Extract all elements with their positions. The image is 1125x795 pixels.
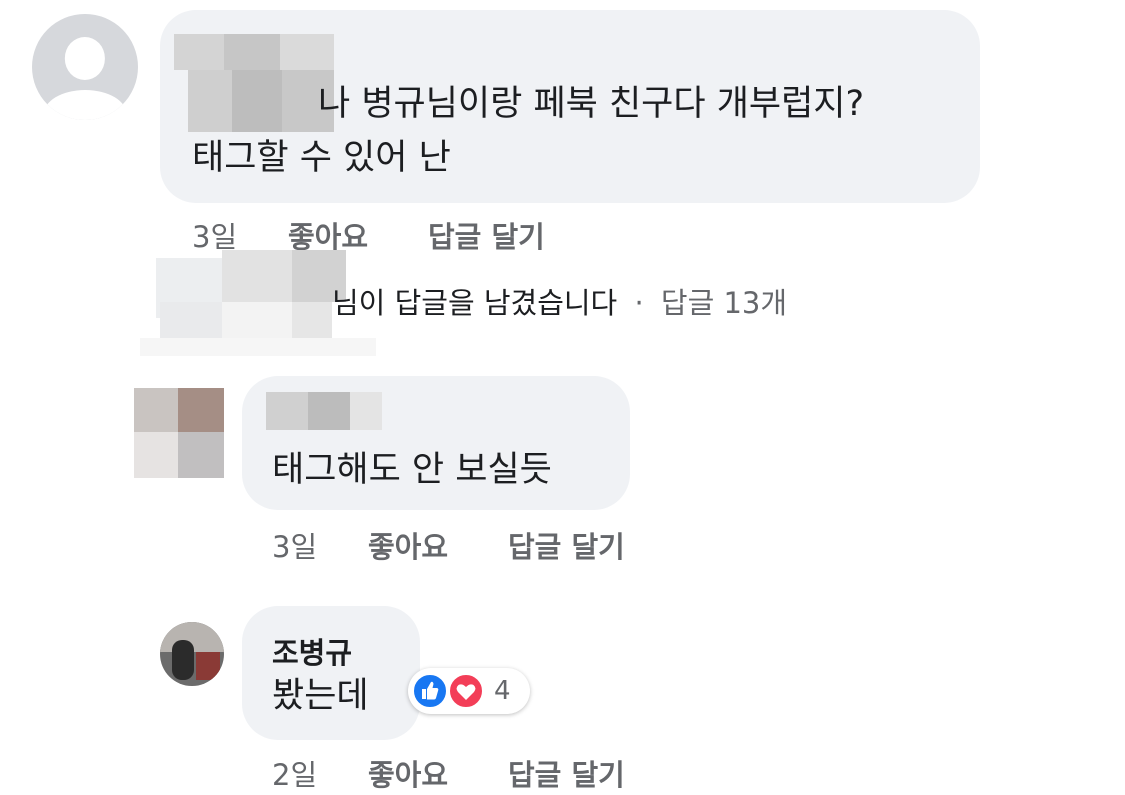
reply-button[interactable]: 답글 달기 [508, 524, 625, 566]
censored-name [174, 34, 334, 132]
reply-button[interactable]: 답글 달기 [428, 214, 545, 256]
avatar-shoulders-shape [43, 90, 127, 120]
reply-summary-link[interactable]: 님이 답글을 남겼습니다 · 답글 13개 [332, 280, 787, 322]
avatar-head-shape [64, 37, 106, 80]
like-button[interactable]: 좋아요 [368, 524, 448, 566]
reaction-count: 4 [494, 676, 511, 706]
comment-meta: 3일 좋아요 답글 달기 [192, 214, 692, 254]
comment-time[interactable]: 3일 [272, 524, 317, 566]
avatar-photo-detail [196, 652, 220, 680]
reply-count[interactable]: 답글 13개 [661, 286, 787, 320]
like-button[interactable]: 좋아요 [368, 752, 448, 794]
reply-button[interactable]: 답글 달기 [508, 752, 625, 794]
separator-dot: · [634, 286, 644, 320]
comment-text: 태그해도 안 보실듯 [272, 450, 552, 490]
comment-text-line1: 나 병규님이랑 페북 친구다 개부럽지? [318, 84, 865, 124]
avatar-photo-figure [172, 640, 194, 680]
comment-meta: 2일 좋아요 답글 달기 [272, 752, 772, 792]
comment-text: 봤는데 [272, 676, 369, 716]
reaction-summary[interactable]: 4 [408, 668, 530, 714]
commenter-avatar[interactable] [160, 622, 224, 686]
comment-text-line2: 태그할 수 있어 난 [192, 138, 451, 178]
comment-meta: 3일 좋아요 답글 달기 [272, 524, 772, 564]
commenter-avatar[interactable] [32, 14, 138, 120]
censored-avatar [134, 388, 224, 478]
comment-time[interactable]: 2일 [272, 752, 317, 794]
censored-name [266, 392, 382, 430]
reply-summary-text: 님이 답글을 남겼습니다 [332, 286, 618, 320]
like-icon [412, 673, 448, 709]
comment-author[interactable]: 조병규 [272, 630, 352, 672]
love-icon [448, 673, 484, 709]
